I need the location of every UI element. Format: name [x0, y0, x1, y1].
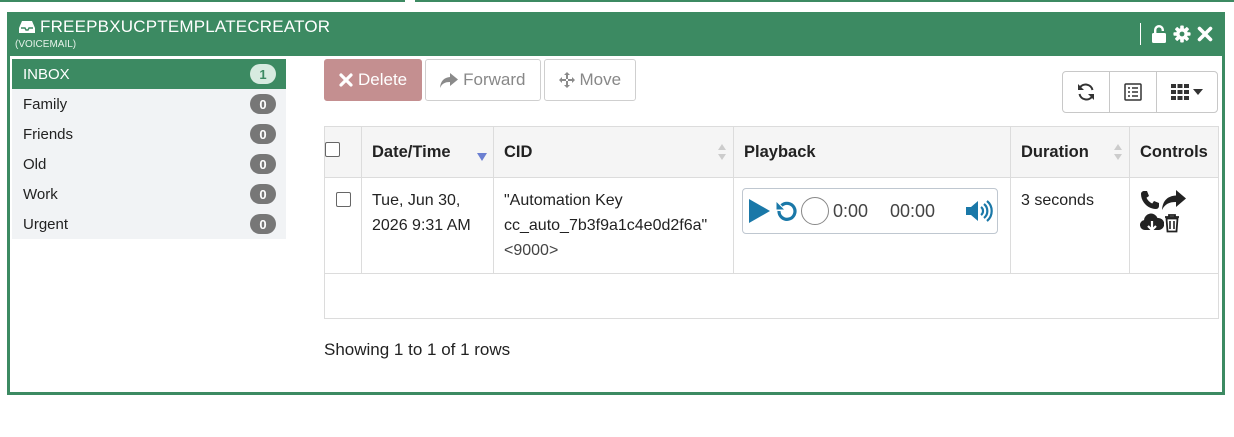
folder-count-badge: 0	[250, 184, 276, 204]
header-divider	[1140, 23, 1141, 45]
folder-label: INBOX	[23, 65, 70, 83]
select-all-checkbox[interactable]	[325, 142, 340, 157]
row-select-cell	[324, 177, 362, 274]
column-cid[interactable]: CID	[493, 126, 734, 178]
table-header-row: Date/Time CID Playback Duration Controls	[324, 126, 1219, 178]
lock-icon[interactable]	[1150, 24, 1168, 44]
widget-title-text: FREEPBXUCPTEMPLATECREATOR	[40, 17, 331, 36]
empty-cell	[324, 273, 1219, 319]
voicemail-table: Date/Time CID Playback Duration Controls	[324, 126, 1219, 319]
move-label: Move	[579, 70, 622, 89]
pagination-info: Showing 1 to 1 of 1 rows	[324, 340, 511, 359]
row-checkbox[interactable]	[335, 192, 351, 207]
duration-value: 3 seconds	[1021, 192, 1094, 209]
sidebar-item-old[interactable]: Old 0	[12, 149, 286, 179]
column-duration[interactable]: Duration	[1010, 126, 1130, 178]
top-border-left	[0, 0, 405, 2]
volume-icon[interactable]	[965, 199, 993, 223]
datetime-cell: Tue, Jun 30, 2026 9:31 AM	[361, 177, 494, 274]
widget-subtitle: (VOICEMAIL)	[15, 39, 77, 50]
folder-label: Urgent	[23, 215, 69, 233]
top-border-right	[415, 0, 1234, 2]
delete-label: Delete	[358, 70, 408, 89]
folder-label: Old	[23, 155, 47, 173]
folder-label: Family	[23, 95, 68, 113]
inbox-icon	[18, 17, 36, 37]
empty-table-row	[324, 273, 1219, 319]
folder-count-badge: 1	[250, 64, 276, 84]
select-all-cell	[324, 126, 362, 178]
row-controls	[1140, 188, 1208, 233]
sort-icon	[718, 144, 726, 160]
column-cid-label: CID	[504, 142, 533, 161]
download-icon[interactable]	[1140, 213, 1164, 233]
column-duration-label: Duration	[1021, 142, 1089, 161]
column-playback: Playback	[733, 126, 1011, 178]
list-icon	[1124, 83, 1142, 101]
widget-actions	[1140, 23, 1214, 45]
playback-cell: 0:00 00:00	[733, 177, 1011, 274]
table-tools	[1062, 71, 1218, 113]
move-arrows-icon	[558, 72, 575, 88]
column-datetime[interactable]: Date/Time	[361, 126, 494, 178]
close-icon[interactable]	[1196, 24, 1214, 44]
caret-down-icon	[1193, 89, 1203, 95]
duration-cell: 3 seconds	[1010, 177, 1130, 274]
total-time: 00:00	[889, 200, 935, 221]
cid-name: "Automation Key	[504, 192, 623, 209]
folder-count-badge: 0	[250, 124, 276, 144]
delete-button[interactable]: Delete	[324, 59, 423, 101]
sort-desc-icon	[477, 153, 487, 161]
share-icon	[440, 72, 459, 88]
widget-title: FREEPBXUCPTEMPLATECREATOR	[18, 17, 330, 37]
refresh-button[interactable]	[1062, 71, 1110, 113]
restart-icon[interactable]	[775, 199, 799, 223]
sidebar-item-urgent[interactable]: Urgent 0	[12, 209, 286, 239]
cid-name-continued: cc_auto_7b3f9a1c4e0d2f6a"	[504, 217, 708, 234]
folder-count-badge: 0	[250, 94, 276, 114]
play-icon[interactable]	[747, 198, 771, 224]
widget-header: FREEPBXUCPTEMPLATECREATOR (VOICEMAIL)	[10, 15, 1222, 56]
forward-button[interactable]: Forward	[425, 59, 541, 101]
forward-label: Forward	[463, 70, 526, 89]
phone-icon[interactable]	[1140, 190, 1160, 210]
sort-icon	[1114, 144, 1122, 160]
current-time: 0:00	[833, 200, 869, 221]
table-row[interactable]: Tue, Jun 30, 2026 9:31 AM "Automation Ke…	[324, 177, 1219, 274]
audio-player: 0:00 00:00	[742, 188, 998, 234]
sidebar-item-family[interactable]: Family 0	[12, 89, 286, 119]
column-controls-label: Controls	[1140, 142, 1208, 161]
cid-number: <9000>	[504, 242, 559, 259]
date-line: Tue, Jun 30,	[372, 192, 461, 209]
controls-cell	[1129, 177, 1219, 274]
folder-count-badge: 0	[250, 154, 276, 174]
gear-icon[interactable]	[1173, 24, 1191, 44]
folder-count-badge: 0	[250, 214, 276, 234]
columns-dropdown-button[interactable]	[1156, 71, 1218, 113]
folder-label: Work	[23, 185, 58, 203]
folder-label: Friends	[23, 125, 74, 143]
toggle-view-button[interactable]	[1109, 71, 1157, 113]
sidebar-item-work[interactable]: Work 0	[12, 179, 286, 209]
folder-sidebar: INBOX 1 Family 0 Friends 0 Old 0 Work 0 …	[12, 59, 286, 239]
column-controls: Controls	[1129, 126, 1219, 178]
message-toolbar: Delete Forward Move	[324, 59, 637, 101]
share-icon[interactable]	[1162, 190, 1186, 210]
cid-cell: "Automation Key cc_auto_7b3f9a1c4e0d2f6a…	[493, 177, 734, 274]
column-datetime-label: Date/Time	[372, 142, 451, 161]
seek-slider-handle[interactable]	[801, 197, 829, 225]
move-button[interactable]: Move	[543, 59, 637, 101]
sidebar-item-friends[interactable]: Friends 0	[12, 119, 286, 149]
close-icon	[339, 73, 353, 87]
column-playback-label: Playback	[744, 142, 816, 161]
trash-icon[interactable]	[1162, 213, 1182, 233]
sidebar-item-inbox[interactable]: INBOX 1	[12, 59, 286, 89]
time-line: 2026 9:31 AM	[372, 217, 471, 234]
columns-grid-icon	[1171, 84, 1189, 100]
refresh-icon	[1078, 83, 1094, 101]
